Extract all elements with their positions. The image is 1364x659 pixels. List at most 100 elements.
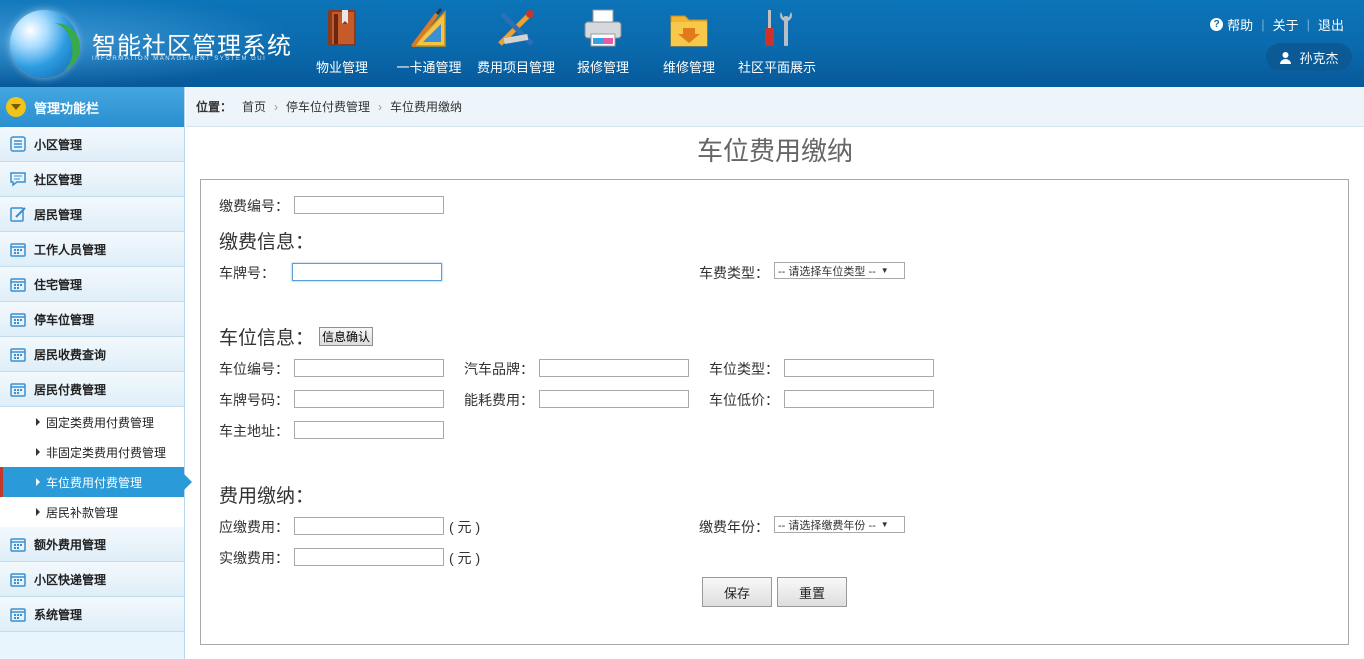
save-button[interactable]: 保存 [702,577,772,607]
divider: | [1306,17,1310,32]
calendar-icon [10,313,26,327]
calendar-icon [10,348,26,362]
breadcrumb-parking-payment[interactable]: 停车位付费管理 [286,98,370,115]
sidebar-item-label: 停车位管理 [34,312,95,327]
fee-type-select[interactable]: -- 请选择车位类型 -- ▼ [774,262,905,279]
sidebar-subitem-parking-fee[interactable]: 车位费用付费管理 [0,467,192,497]
top-header: 智能社区管理系统 INFORMATION MANAGEMENT SYSTEM G… [0,0,1364,87]
breadcrumb-separator: › [274,99,279,114]
calendar-icon [10,538,26,552]
plate-input[interactable] [292,263,442,281]
sidebar-item-payment-management[interactable]: 居民付费管理 [0,372,184,407]
sidebar-item-label: 额外费用管理 [34,537,107,552]
paid-fee-input[interactable] [294,548,444,566]
due-fee-unit: ( 元 ) [449,519,481,535]
section-space-info: 车位信息： [219,328,315,349]
caret-right-icon [36,448,40,456]
logout-link[interactable]: 退出 [1318,15,1344,34]
sidebar-subitem-label: 固定类费用付费管理 [46,415,155,430]
space-price-label: 车位低价： [709,392,779,408]
help-link[interactable]: 帮助 [1227,15,1253,34]
sidebar-subitem-non-fixed-fee[interactable]: 非固定类费用付费管理 [0,437,184,467]
nav-card-management[interactable]: 一卡通管理 [391,6,467,84]
user-name: 孙克杰 [1299,50,1339,66]
edit-icon [10,207,26,222]
sidebar-item-parking[interactable]: 停车位管理 [0,302,184,337]
sidebar-item-housing[interactable]: 住宅管理 [0,267,184,302]
space-type-label: 车位类型： [709,361,779,377]
sidebar-subitem-resident-supplement[interactable]: 居民补款管理 [0,497,184,527]
payment-no-label: 缴费编号： [219,198,289,214]
book-icon [328,10,356,46]
page-title: 车位费用缴纳 [696,136,853,166]
form-panel: 缴费编号： 缴费信息： 车牌号： 车费类型： -- 请选择车位类型 -- ▼ 车… [200,179,1349,645]
dropdown-arrow-icon: ▼ [880,520,889,529]
list-icon [10,136,26,152]
breadcrumb-label: 位置： [196,100,233,114]
breadcrumb-home[interactable]: 首页 [242,98,266,115]
due-fee-input[interactable] [294,517,444,535]
user-badge[interactable]: 孙克杰 [1266,43,1352,71]
dropdown-arrow-icon: ▼ [880,266,889,275]
sidebar-item-community[interactable]: 社区管理 [0,162,184,197]
sidebar-title: 管理功能栏 [34,100,100,116]
calendar-icon [10,573,26,587]
sidebar-item-label: 住宅管理 [34,277,83,292]
caret-right-icon [36,418,40,426]
sidebar-item-extra-fees[interactable]: 额外费用管理 [0,527,184,562]
sidebar-item-system[interactable]: 系统管理 [0,597,184,632]
sidebar-item-residential-area[interactable]: 小区管理 [0,127,184,162]
caret-right-icon [36,508,40,516]
payment-year-label: 缴费年份： [699,519,769,535]
nav-label: 社区平面展示 [737,60,816,75]
payment-year-selected: -- 请选择缴费年份 -- [778,519,876,532]
payment-year-select[interactable]: -- 请选择缴费年份 -- ▼ [774,516,905,533]
sidebar-item-fee-query[interactable]: 居民收费查询 [0,337,184,372]
chat-icon [10,172,26,187]
sidebar-item-staff[interactable]: 工作人员管理 [0,232,184,267]
confirm-info-button[interactable]: 信息确认 [319,327,374,346]
section-fee-payment: 费用缴纳： [219,486,315,507]
sidebar-item-label: 工作人员管理 [34,242,107,257]
paid-fee-label: 实缴费用： [219,550,289,566]
folder-download-icon [670,15,708,47]
energy-fee-input[interactable] [539,390,689,408]
sidebar-item-label: 居民收费查询 [34,347,107,362]
space-no-input[interactable] [294,359,444,377]
car-brand-input[interactable] [539,359,689,377]
reset-button[interactable]: 重置 [777,577,847,607]
payment-no-input[interactable] [294,196,444,214]
space-price-input[interactable] [784,390,934,408]
sidebar-item-label: 小区快递管理 [34,572,107,587]
energy-fee-label: 能耗费用： [464,392,534,408]
space-type-input[interactable] [784,359,934,377]
breadcrumb-current: 车位费用缴纳 [390,100,463,114]
nav-repair-report-management[interactable]: 报修管理 [572,6,634,84]
sidebar-item-express[interactable]: 小区快递管理 [0,562,184,597]
space-no-label: 车位编号： [219,361,289,377]
sidebar-item-residents[interactable]: 居民管理 [0,197,184,232]
sidebar-header[interactable]: 管理功能栏 [0,87,184,127]
chevron-down-icon[interactable] [6,97,26,117]
nav-maintenance-management[interactable]: 维修管理 [658,6,720,84]
owner-address-input[interactable] [294,421,444,439]
nav-community-plan-display[interactable]: 社区平面展示 [733,6,821,84]
sidebar-subitem-label: 居民补款管理 [46,505,119,520]
nav-fee-items-management[interactable]: 费用项目管理 [472,6,560,84]
sidebar-subitem-fixed-fee[interactable]: 固定类费用付费管理 [0,407,184,437]
nav-label: 费用项目管理 [476,60,555,75]
tools-pencil-icon [498,10,534,46]
nav-label: 物业管理 [315,60,368,75]
owner-address-label: 车主地址： [219,423,289,439]
caret-right-icon [36,478,40,486]
nav-property-management[interactable]: 物业管理 [306,6,378,84]
fee-type-label: 车费类型： [699,265,769,281]
user-icon [1280,51,1292,64]
breadcrumb: 位置： 首页 › 停车位付费管理 › 车位费用缴纳 [186,87,1364,127]
ruler-triangle-icon [411,8,446,48]
plate-no-input[interactable] [294,390,444,408]
calendar-icon [10,383,26,397]
sidebar-subitem-label: 车位费用付费管理 [46,475,143,490]
about-link[interactable]: 关于 [1273,15,1299,34]
calendar-icon [10,243,26,257]
